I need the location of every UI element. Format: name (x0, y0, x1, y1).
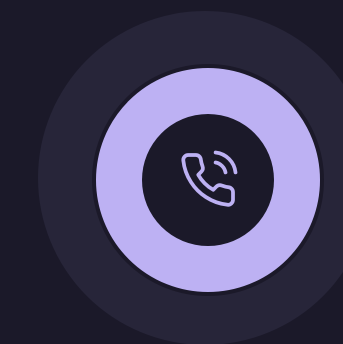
phone-calling-icon (181, 150, 238, 207)
call-screen (0, 0, 343, 344)
call-button[interactable] (92, 64, 324, 296)
call-button-core[interactable] (142, 114, 274, 246)
